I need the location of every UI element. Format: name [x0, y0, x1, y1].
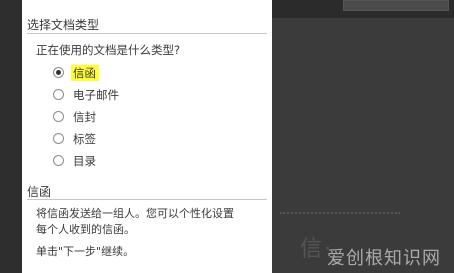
mail-merge-wizard-pane: 选择文档类型 正在使用的文档是什么类型? 信函 电子邮件 信封 标签 目录 信函… [22, 0, 272, 273]
document-type-question: 正在使用的文档是什么类型? [36, 43, 181, 57]
radio-letter[interactable] [53, 67, 64, 78]
option-label-envelope: 信封 [73, 109, 96, 124]
option-envelope[interactable]: 信封 [53, 108, 173, 125]
option-label-letter: 信函 [71, 64, 99, 81]
section-divider [27, 33, 267, 34]
option-label-email: 电子邮件 [73, 87, 119, 102]
description-text: 将信函发送给一组人。您可以个性化设置 每个人收到的信函。 [36, 206, 268, 238]
radio-labels[interactable] [53, 133, 64, 144]
description-divider [27, 199, 267, 200]
watermark: 爱创根知识网 [327, 248, 441, 269]
section-title: 选择文档类型 [27, 18, 100, 32]
option-label-labels: 标签 [73, 131, 96, 146]
next-step-hint: 单击"下一步"继续。 [36, 245, 135, 258]
radio-envelope[interactable] [53, 111, 64, 122]
radio-email[interactable] [53, 89, 64, 100]
description-line-2: 每个人收到的信函。 [36, 223, 135, 236]
option-directory[interactable]: 目录 [53, 152, 173, 169]
option-email[interactable]: 电子邮件 [53, 86, 173, 103]
toolbar-chip [343, 0, 449, 11]
left-navigation-strip [0, 0, 22, 273]
option-letter[interactable]: 信函 [53, 64, 173, 81]
radio-directory[interactable] [53, 155, 64, 166]
option-labels[interactable]: 标签 [53, 130, 173, 147]
document-dotted-line [280, 212, 400, 214]
description-line-1: 将信函发送给一组人。您可以个性化设置 [36, 207, 234, 220]
option-label-directory: 目录 [73, 153, 96, 168]
description-title: 信函 [27, 185, 52, 199]
